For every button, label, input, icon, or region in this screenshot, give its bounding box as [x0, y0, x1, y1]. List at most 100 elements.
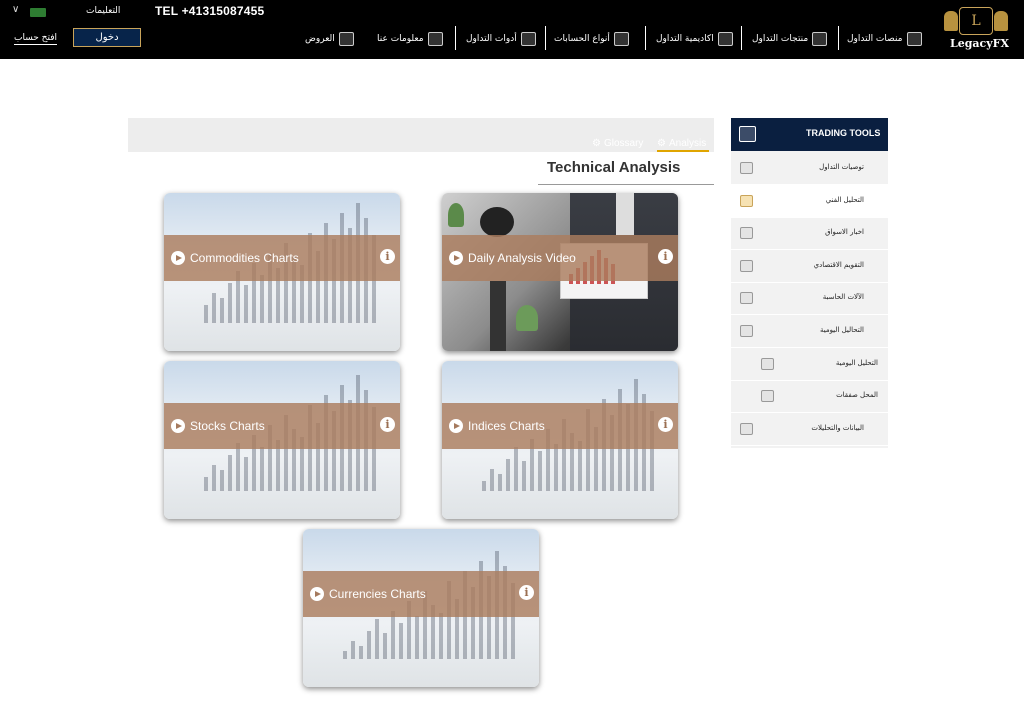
logo[interactable]: L LegacyFX [940, 5, 1012, 55]
document-icon [761, 357, 774, 370]
card-daily-analysis-video[interactable]: Daily Analysis Video i [442, 193, 678, 351]
info-icon[interactable]: i [380, 249, 395, 264]
candle-bar [220, 298, 224, 323]
nav-label: منصات التداول [847, 34, 903, 44]
presenter-shirt [616, 193, 634, 235]
play-icon[interactable] [449, 419, 463, 433]
tab-analysis[interactable]: ⚙ Analysis [657, 138, 706, 149]
info-icon[interactable]: i [658, 417, 673, 432]
tripod-image [490, 281, 506, 351]
sidebar-item-calculators[interactable]: الآلات الحاسبة [731, 282, 888, 316]
candle-bar [228, 283, 232, 323]
flag-icon[interactable] [30, 8, 46, 17]
nav-divider [545, 26, 546, 50]
nav-item-academy[interactable]: اكاديمية التداول [656, 28, 733, 50]
sidebar-item-economic-calendar[interactable]: التقويم الاقتصادي [731, 250, 888, 283]
candle-bar [204, 477, 208, 491]
sidebar-item-label: المحل صفقات [836, 391, 878, 400]
sidebar-item-label: التقويم الاقتصادي [813, 260, 864, 269]
candle-bar [220, 470, 224, 491]
candle-bar [554, 444, 558, 491]
candle-bar [260, 275, 264, 323]
play-icon[interactable] [449, 251, 463, 265]
sidebar-item-label: البيانات والتحليلات [811, 423, 864, 432]
sidebar-item-label: التحاليل اليومية [819, 326, 864, 334]
card-indices-charts[interactable]: Indices Charts i [442, 361, 678, 519]
about-icon [427, 32, 443, 46]
candle-bar [415, 616, 419, 659]
open-account-link[interactable]: افتح حساب [14, 33, 57, 45]
card-band: Commodities Charts [164, 235, 400, 281]
play-icon[interactable] [310, 587, 324, 601]
nav-divider [838, 26, 839, 50]
products-icon [812, 32, 828, 46]
accounts-icon [613, 32, 629, 46]
nav-item-about[interactable]: معلومات عنا [377, 28, 443, 50]
card-band: Currencies Charts [303, 571, 539, 617]
nav-divider [741, 26, 742, 50]
magnifier-chart-icon [740, 194, 753, 207]
candle-bar [343, 651, 347, 659]
nav-item-offers[interactable]: العروض [305, 28, 354, 50]
nav-item-platforms[interactable]: منصات التداول [847, 28, 922, 50]
play-icon[interactable] [171, 419, 185, 433]
card-stocks-charts[interactable]: Stocks Charts i [164, 361, 400, 519]
sidebar-item-label: التحليل الفني [825, 195, 864, 204]
card-commodities-charts[interactable]: Commodities Charts i [164, 193, 400, 351]
daily-chart-icon [740, 325, 753, 337]
card-label: Stocks Charts [190, 419, 265, 433]
sidebar-item-data-and-analysis[interactable]: البيانات والتحليلات [731, 413, 888, 446]
gear-icon: ⚙ [657, 138, 666, 149]
help-link[interactable]: التعليمات [86, 6, 120, 16]
sidebar-item-label: الآلات الحاسبة [822, 293, 864, 302]
tab-label: Analysis [668, 138, 707, 149]
candle-bar [514, 447, 518, 491]
card-band: Indices Charts [442, 403, 678, 449]
nav-item-tools[interactable]: أدوات التداول [466, 28, 536, 50]
sidebar-item-daily-analysis[interactable]: التحاليل اليومية [731, 315, 888, 348]
sidebar-item-label: توصيات التداول [819, 163, 864, 171]
candle-bar [391, 611, 395, 659]
candle-bar [506, 459, 510, 491]
card-label: Daily Analysis Video [468, 251, 576, 265]
calendar-icon [740, 259, 753, 272]
sidebar-item-technical-analysis[interactable]: التحليل الفني [731, 184, 888, 218]
offers-icon [338, 32, 354, 46]
candle-bar [236, 443, 240, 491]
gear-icon: ⚙ [592, 138, 601, 149]
info-icon[interactable]: i [658, 249, 673, 264]
tab-glossary[interactable]: ⚙ Glossary [592, 138, 643, 149]
nav-item-accounts[interactable]: أنواع الحسابات [554, 28, 629, 50]
card-band: Stocks Charts [164, 403, 400, 449]
card-label: Currencies Charts [329, 587, 426, 601]
chevron-down-icon[interactable]: ∨ [12, 5, 22, 15]
sidebar-item-market-news[interactable]: اخبار الاسواق [731, 217, 888, 251]
grid-icon [761, 390, 774, 403]
page-title: Technical Analysis [547, 159, 681, 176]
login-button[interactable]: دخول [73, 28, 141, 47]
candle-bar [212, 465, 216, 491]
candle-bar [522, 461, 526, 491]
info-icon[interactable]: i [519, 585, 534, 600]
sidebar-item-trade-analyzer[interactable]: المحل صفقات [731, 380, 888, 414]
sidebar-item-trading-signals[interactable]: توصيات التداول [731, 152, 888, 185]
signals-icon [740, 162, 753, 174]
lion-icon [994, 11, 1008, 31]
nav-divider [455, 26, 456, 50]
candle-bar [439, 613, 443, 659]
card-band: Daily Analysis Video [442, 235, 678, 281]
nav-item-products[interactable]: منتجات التداول [752, 28, 828, 50]
info-icon[interactable]: i [380, 417, 395, 432]
sidebar-item-label: اخبار الاسواق [825, 228, 864, 237]
nav-label: أدوات التداول [466, 34, 517, 44]
candle-bar [228, 455, 232, 491]
card-currencies-charts[interactable]: Currencies Charts i [303, 529, 539, 687]
sidebar-item-daily-analysis-sub[interactable]: التحليل اليومية [731, 348, 888, 381]
candle-bar [212, 293, 216, 323]
sidebar-title: TRADING TOOLS [806, 128, 881, 138]
candle-bar [375, 619, 379, 659]
candle-bar [244, 285, 248, 323]
news-icon [740, 227, 753, 240]
tools-icon [739, 126, 756, 142]
play-icon[interactable] [171, 251, 185, 265]
